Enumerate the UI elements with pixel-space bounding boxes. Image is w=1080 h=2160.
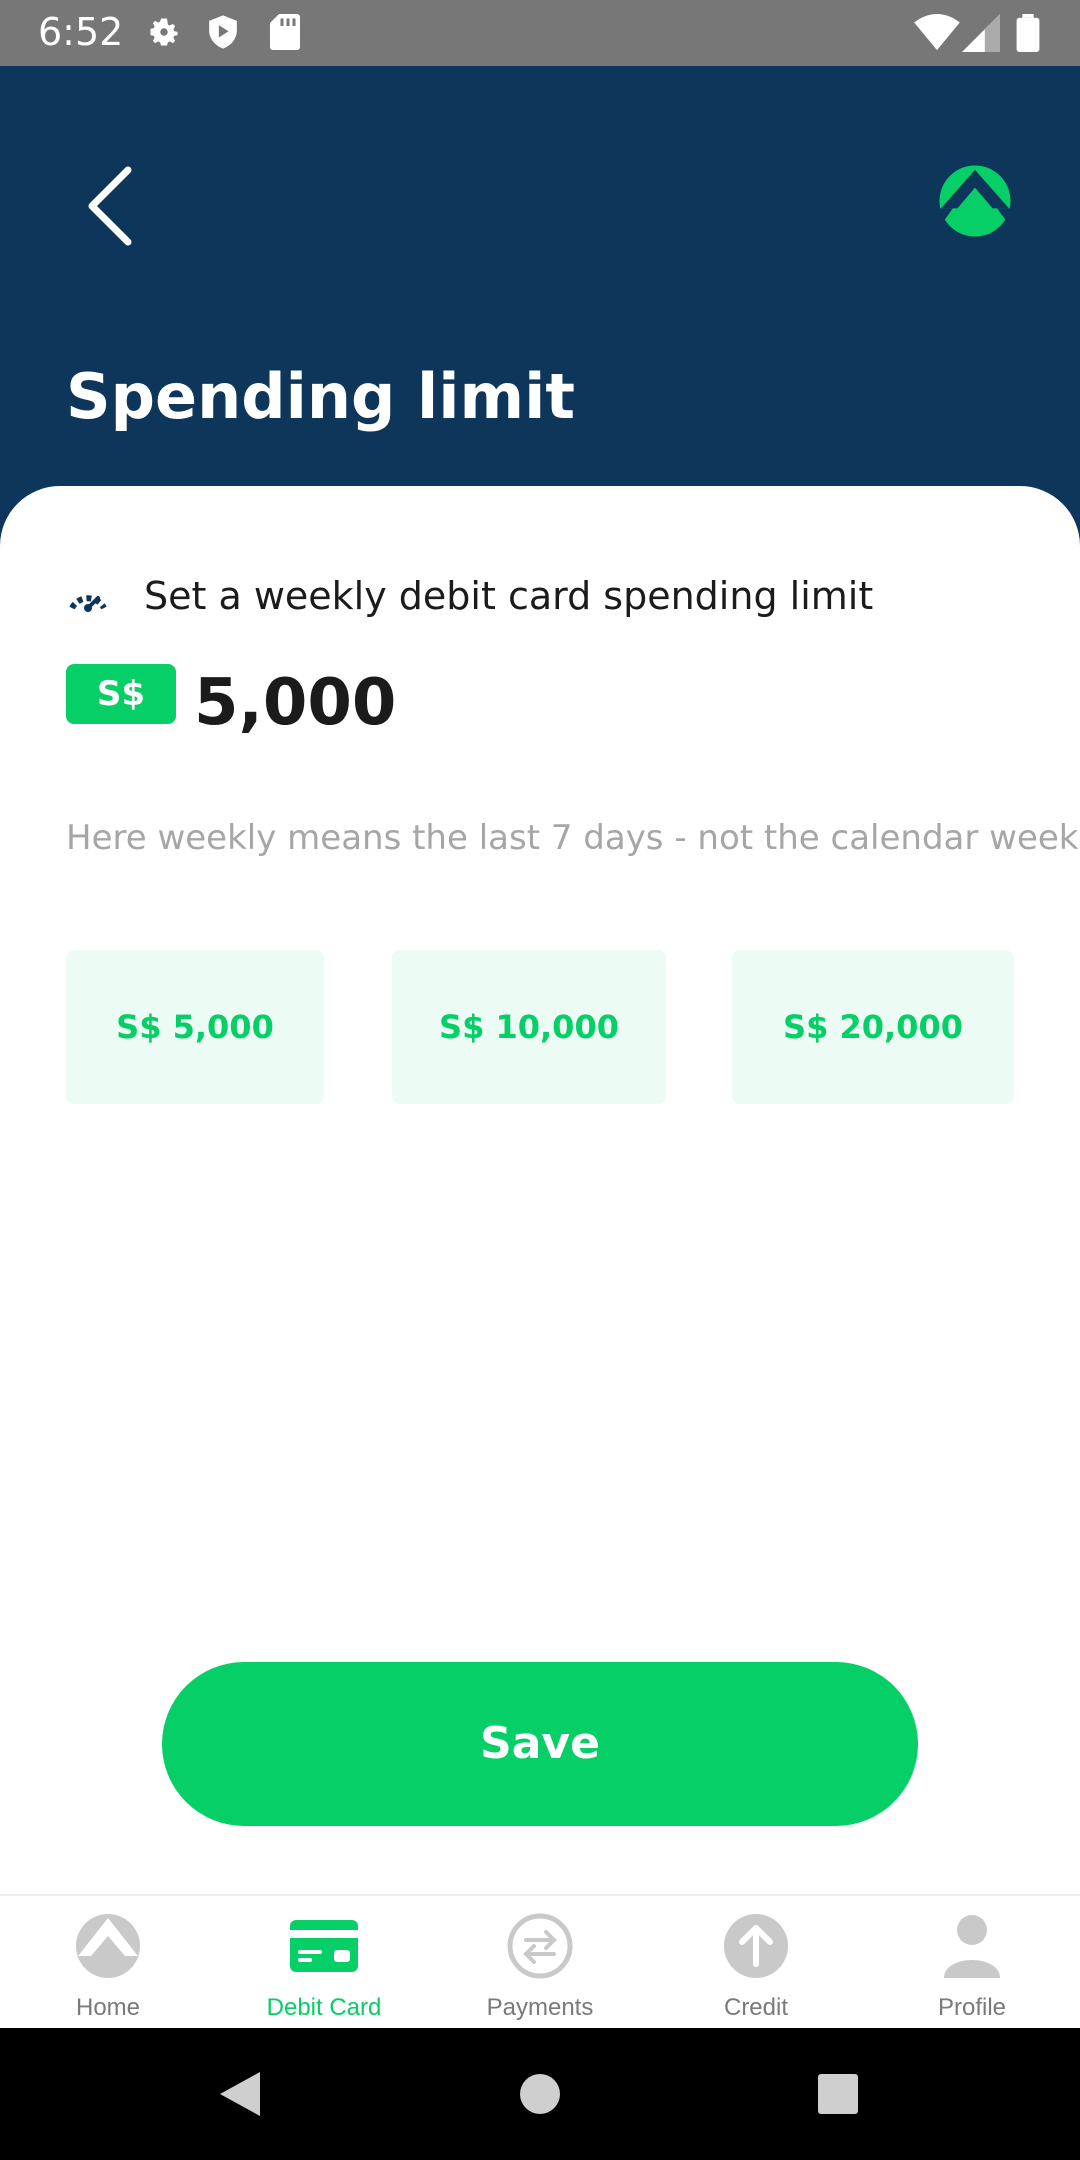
header <box>0 66 1080 546</box>
nav-recents-icon[interactable] <box>812 2068 864 2120</box>
battery-icon <box>1016 14 1040 52</box>
limit-amount-value[interactable]: 5,000 <box>194 666 396 740</box>
tab-home[interactable]: Home <box>0 1896 216 2030</box>
credit-icon <box>724 1914 788 1978</box>
currency-badge: S$ <box>66 664 176 724</box>
signal-icon <box>962 14 1000 52</box>
preset-button-5000[interactable]: S$ 5,000 <box>66 950 324 1104</box>
preset-button-20000[interactable]: S$ 20,000 <box>732 950 1014 1104</box>
tab-label: Home <box>75 1994 141 2021</box>
nav-back-icon[interactable] <box>214 2068 266 2120</box>
gauge-icon <box>69 595 107 612</box>
status-time: 6:52 <box>38 10 124 54</box>
weekly-hint-text: Here weekly means the last 7 days - not … <box>66 818 1079 858</box>
tab-label: Profile <box>937 1994 1007 2021</box>
debit-card-icon <box>290 1920 358 1972</box>
status-bar: 6:52 <box>0 0 1080 66</box>
sd-card-icon <box>270 14 300 50</box>
wifi-icon <box>914 14 960 51</box>
limit-description: Set a weekly debit card spending limit <box>144 574 874 618</box>
tab-credit[interactable]: Credit <box>648 1896 864 2030</box>
home-icon <box>76 1914 140 1978</box>
tab-label: Debit Card <box>266 1994 382 2021</box>
back-button[interactable] <box>80 166 140 246</box>
profile-icon <box>944 1915 1000 1978</box>
save-button[interactable]: Save <box>162 1662 918 1826</box>
system-navigation-bar <box>0 2028 1080 2160</box>
tab-label: Payments <box>486 1994 594 2021</box>
tab-label: Credit <box>723 1994 789 2021</box>
payments-icon <box>507 1913 573 1979</box>
tab-debit-card[interactable]: Debit Card <box>216 1896 432 2030</box>
nav-home-icon[interactable] <box>514 2068 566 2120</box>
shield-icon <box>209 15 237 49</box>
preset-button-10000[interactable]: S$ 10,000 <box>392 950 666 1104</box>
bottom-tab-bar: Home Debit Card Payments Credit Profile <box>0 1894 1080 2030</box>
tab-payments[interactable]: Payments <box>432 1896 648 2030</box>
app-logo-icon <box>938 165 1012 237</box>
gear-icon <box>150 18 178 46</box>
tab-profile[interactable]: Profile <box>864 1896 1080 2030</box>
page-title: Spending limit <box>66 360 575 433</box>
